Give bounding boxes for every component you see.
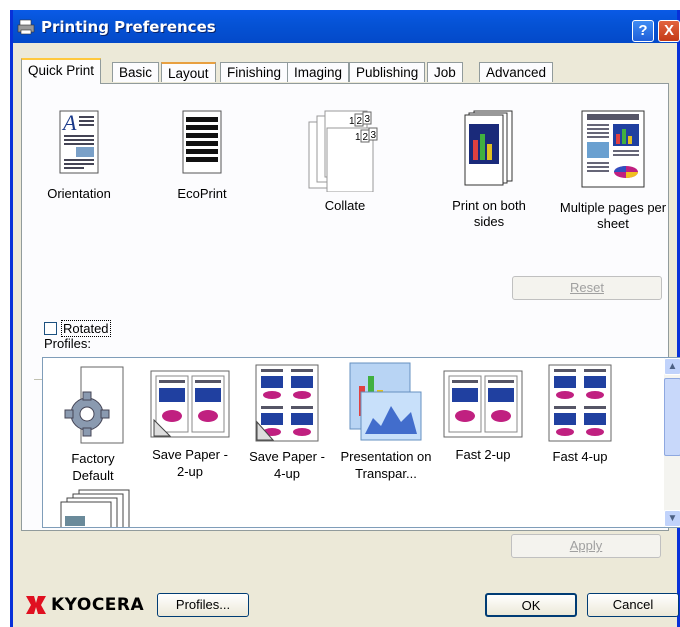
- scroll-up-button[interactable]: ▲: [664, 358, 680, 375]
- ecoprint-option[interactable]: EcoPrint: [157, 110, 247, 202]
- profile-fast-4up-label: Fast 4-up: [552, 449, 608, 464]
- svg-text:1: 1: [349, 116, 355, 127]
- profile-save-paper-4up[interactable]: Save Paper - 4-up: [237, 364, 337, 482]
- apply-button[interactable]: Apply: [511, 534, 661, 558]
- collate-option[interactable]: 1 2 3 1 2 3 Collate: [305, 110, 385, 214]
- printer-icon: [17, 19, 35, 35]
- multiple-pages-icon: [581, 110, 645, 188]
- kyocera-logo-icon: [26, 596, 46, 614]
- printing-preferences-window: Printing Preferences ? X Quick Print Bas…: [10, 10, 680, 627]
- svg-text:2: 2: [357, 116, 363, 127]
- tab-job[interactable]: Job: [427, 62, 463, 82]
- duplex-icon: [464, 110, 513, 186]
- profile-fast-2up-label: Fast 2-up: [455, 447, 511, 462]
- profiles-listbox[interactable]: Factory Default Save Paper - 2-up Save P…: [42, 357, 680, 528]
- factory-default-icon: [64, 366, 124, 444]
- svg-text:A: A: [61, 110, 77, 135]
- quick-print-panel: A Orientation EcoPrint 1 2 3 1 2 3 Colla…: [21, 83, 680, 531]
- save-paper-2up-icon: [150, 370, 230, 438]
- rotated-label: Rotated: [61, 320, 111, 337]
- save-paper-4up-icon: [255, 364, 319, 442]
- collate-label: Collate: [324, 198, 366, 213]
- profile-factory-default-label: Factory Default: [71, 451, 115, 483]
- title-bar[interactable]: Printing Preferences ? X: [13, 10, 680, 43]
- fast-2up-icon: [443, 370, 523, 438]
- ok-button[interactable]: OK: [485, 593, 577, 617]
- window-title: Printing Preferences: [41, 18, 216, 36]
- tab-finishing[interactable]: Finishing: [220, 62, 289, 82]
- collate-icon: 1 2 3 1 2 3: [308, 110, 378, 193]
- svg-text:3: 3: [371, 130, 377, 141]
- print-both-sides-label: Print on both sides: [452, 198, 526, 229]
- profile-save-paper-2up[interactable]: Save Paper - 2-up: [140, 370, 240, 480]
- multiple-pages-option[interactable]: Multiple pages per sheet: [558, 110, 668, 232]
- tab-quick-print[interactable]: Quick Print: [21, 58, 102, 84]
- tab-layout[interactable]: Layout: [161, 62, 216, 82]
- svg-text:3: 3: [365, 114, 371, 125]
- scroll-down-button[interactable]: ▼: [664, 510, 680, 527]
- rotated-checkbox[interactable]: [44, 322, 57, 335]
- profile-fast-4up[interactable]: Fast 4-up: [530, 364, 630, 465]
- profiles-button[interactable]: Profiles...: [157, 593, 249, 617]
- apply-label: Apply: [569, 538, 603, 553]
- rotated-checkbox-row[interactable]: Rotated: [44, 320, 111, 337]
- brand-name: KYOCERA: [51, 595, 145, 615]
- cancel-button[interactable]: Cancel: [587, 593, 679, 617]
- tab-publishing[interactable]: Publishing: [349, 62, 426, 82]
- profiles-scrollbar[interactable]: ▲ ▼: [664, 358, 680, 527]
- reset-button[interactable]: Reset: [512, 276, 662, 300]
- profile-fast-2up[interactable]: Fast 2-up: [433, 370, 533, 463]
- multiple-pages-label: Multiple pages per sheet: [559, 200, 667, 231]
- profile-save-paper-2up-label: Save Paper - 2-up: [152, 447, 228, 479]
- svg-text:2: 2: [363, 132, 369, 143]
- help-button[interactable]: ?: [632, 20, 654, 42]
- profile-presentation[interactable]: Presentation on Transpar...: [334, 362, 438, 482]
- profile-factory-default[interactable]: Factory Default: [43, 366, 143, 484]
- svg-text:1: 1: [355, 132, 361, 143]
- tab-basic[interactable]: Basic: [112, 62, 160, 82]
- tab-imaging[interactable]: Imaging: [287, 62, 350, 82]
- ecoprint-icon: [182, 110, 222, 174]
- orientation-option[interactable]: A Orientation: [34, 110, 124, 202]
- presentation-icon: [349, 362, 422, 441]
- fast-4up-icon: [548, 364, 612, 442]
- profile-presentation-label: Presentation on Transpar...: [340, 449, 432, 481]
- ecoprint-label: EcoPrint: [177, 186, 227, 201]
- print-both-sides-option[interactable]: Print on both sides: [434, 110, 544, 230]
- profile-stack-icon: [60, 489, 130, 527]
- profile-save-paper-4up-label: Save Paper - 4-up: [249, 449, 325, 481]
- close-button[interactable]: X: [658, 20, 680, 42]
- profiles-label: Profiles:: [44, 336, 91, 351]
- kyocera-logo: KYOCERA: [25, 595, 144, 615]
- orientation-icon: A: [59, 110, 99, 174]
- reset-label: Reset: [570, 280, 604, 295]
- orientation-label: Orientation: [47, 186, 111, 201]
- scroll-thumb[interactable]: [664, 378, 680, 456]
- tab-advanced[interactable]: Advanced: [479, 62, 554, 82]
